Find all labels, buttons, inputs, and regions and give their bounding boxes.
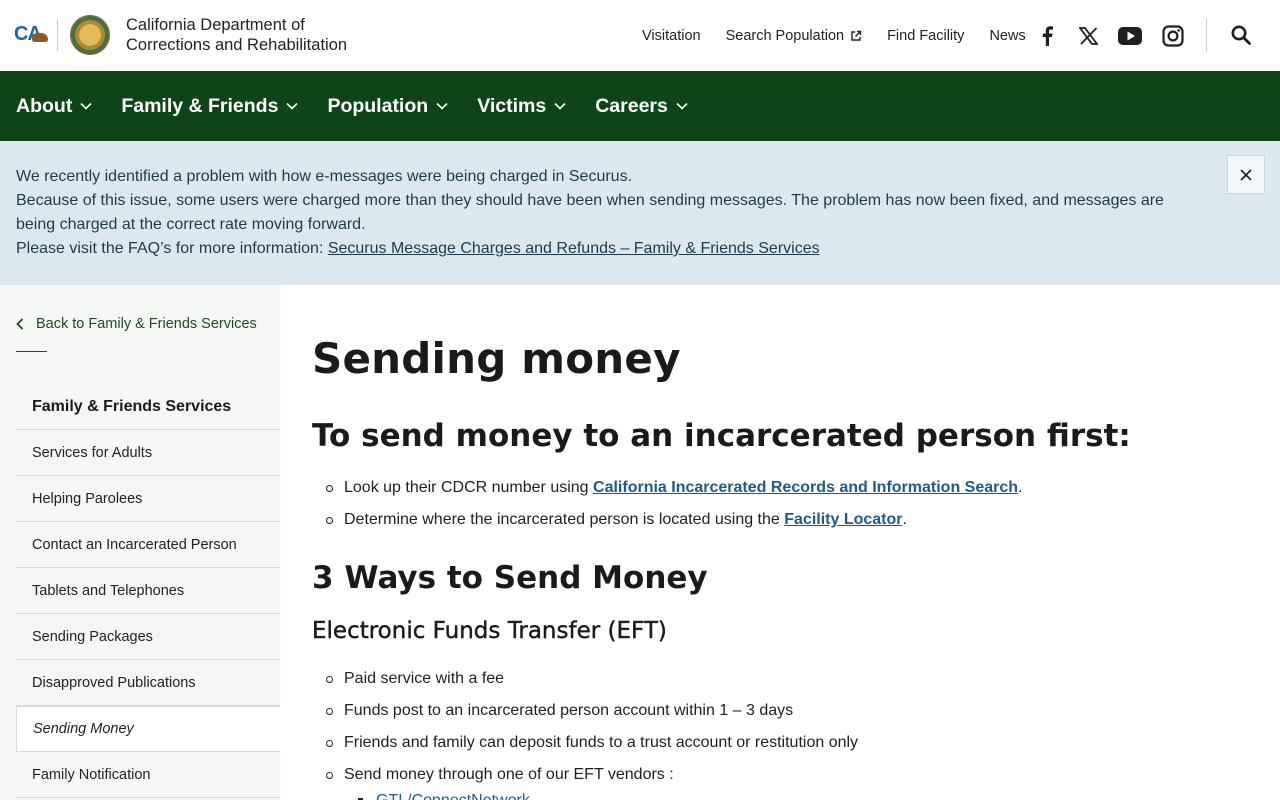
nav-item-victims[interactable]: Victims [477,95,566,118]
sidebar-item-sending-money[interactable]: Sending Money [16,706,280,752]
x-icon[interactable] [1076,24,1100,48]
utility-link-label: Search Population [725,28,845,44]
alert-line-3-prefix: Please visit the FAQ’s for more informat… [16,240,328,257]
sidebar-item-services-for-adults[interactable]: Services for Adults [16,430,280,476]
page-title: Sending money [312,334,681,383]
alert-faq-link[interactable]: Securus Message Charges and Refunds – Fa… [328,240,820,257]
alert-line-1: We recently identified a problem with ho… [16,168,633,185]
sidebar-heading[interactable]: Family & Friends Services [16,385,280,430]
org-name-line1: California Department of [126,16,305,34]
facility-locator-link[interactable]: Facility Locator [784,511,902,528]
list-item: Friends and family can deposit funds to … [326,727,1226,759]
utility-link-visitation[interactable]: Visitation [642,28,701,44]
section-heading-first-steps: To send money to an incarcerated person … [312,418,1131,454]
chevron-down-icon [80,102,92,110]
nav-item-careers[interactable]: Careers [595,95,688,118]
back-link[interactable]: Back to Family & Friends Services [16,316,257,332]
list-item-suffix: . [902,511,907,528]
list-item: Look up their CDCR number using Californ… [326,472,1226,504]
eft-list: Paid service with a fee Funds post to an… [326,663,1226,791]
list-item-text: Determine where the incarcerated person … [344,511,785,528]
header-divider [1206,19,1207,52]
main-nav: About Family & Friends Population Victim… [0,71,1280,141]
chevron-down-icon [286,102,299,110]
list-item: Paid service with a fee [326,663,1226,695]
vendor-link-gtl[interactable]: GTL/ConnectNetwork [376,792,530,800]
eft-vendor-list: GTL/ConnectNetwork [358,785,530,800]
back-link-divider [16,351,47,352]
sidebar-menu: Family & Friends Services Services for A… [16,385,280,798]
sidebar: Back to Family & Friends Services Family… [0,285,280,800]
utility-link-news[interactable]: News [989,28,1025,44]
nav-item-about[interactable]: About [16,95,92,118]
alert-close-button[interactable] [1227,155,1265,194]
sidebar-item-family-notification[interactable]: Family Notification [16,752,280,798]
utility-link-find-facility[interactable]: Find Facility [887,28,964,44]
external-link-icon [851,30,862,41]
list-item-text: Look up their CDCR number using [344,479,594,496]
site-header: CA California Department of Corrections … [0,0,1280,71]
alert-line-2: Because of this issue, some users were c… [16,192,1164,233]
nav-item-label: Family & Friends [121,94,279,117]
org-name[interactable]: California Department of Corrections and… [126,15,347,55]
sidebar-item-tablets-telephones[interactable]: Tablets and Telephones [16,568,280,614]
nav-item-family-friends[interactable]: Family & Friends [121,94,299,118]
close-icon [1240,168,1252,181]
back-link-label: Back to Family & Friends Services [36,316,257,332]
utility-link-search-population[interactable]: Search Population [726,28,863,44]
sidebar-item-sending-packages[interactable]: Sending Packages [16,614,280,660]
list-item-suffix: . [1018,479,1023,496]
sidebar-item-contact-incarcerated-person[interactable]: Contact an Incarcerated Person [16,522,280,568]
main-content: Sending money To send money to an incarc… [312,285,1262,800]
nav-item-label: Population [327,94,429,117]
nav-item-population[interactable]: Population [327,95,448,118]
utility-nav: Visitation Search Population Find Facili… [642,26,1051,46]
facebook-icon[interactable] [1035,24,1059,48]
subheading-eft: Electronic Funds Transfer (EFT) [312,618,667,644]
records-search-link[interactable]: California Incarcerated Records and Info… [593,479,1018,496]
ca-gov-logo[interactable]: CA [14,23,48,49]
section-heading-ways: 3 Ways to Send Money [312,560,708,596]
chevron-down-icon [436,102,448,110]
nav-item-label: Careers [595,94,668,117]
alert-banner: We recently identified a problem with ho… [0,141,1280,285]
alert-line-3: Please visit the FAQ’s for more informat… [16,237,1206,261]
nav-item-label: About [16,94,73,117]
chevron-down-icon [554,102,566,110]
list-item: Determine where the incarcerated person … [326,504,1226,536]
sidebar-item-disapproved-publications[interactable]: Disapproved Publications [16,660,280,706]
list-item: Funds post to an incarcerated person acc… [326,695,1226,727]
org-name-line2: Corrections and Rehabilitation [126,36,348,54]
youtube-icon[interactable] [1118,24,1142,48]
nav-item-label: Victims [477,94,547,117]
chevron-down-icon [676,102,688,110]
search-icon[interactable] [1230,24,1252,46]
list-item: GTL/ConnectNetwork [358,785,530,800]
sidebar-item-helping-parolees[interactable]: Helping Parolees [16,476,280,522]
first-steps-list: Look up their CDCR number using Californ… [326,472,1226,536]
chevron-left-icon [16,318,24,330]
cdcr-seal-logo[interactable] [70,15,110,55]
logo-divider [57,19,58,51]
bear-icon [32,33,48,42]
instagram-icon[interactable] [1161,24,1185,48]
